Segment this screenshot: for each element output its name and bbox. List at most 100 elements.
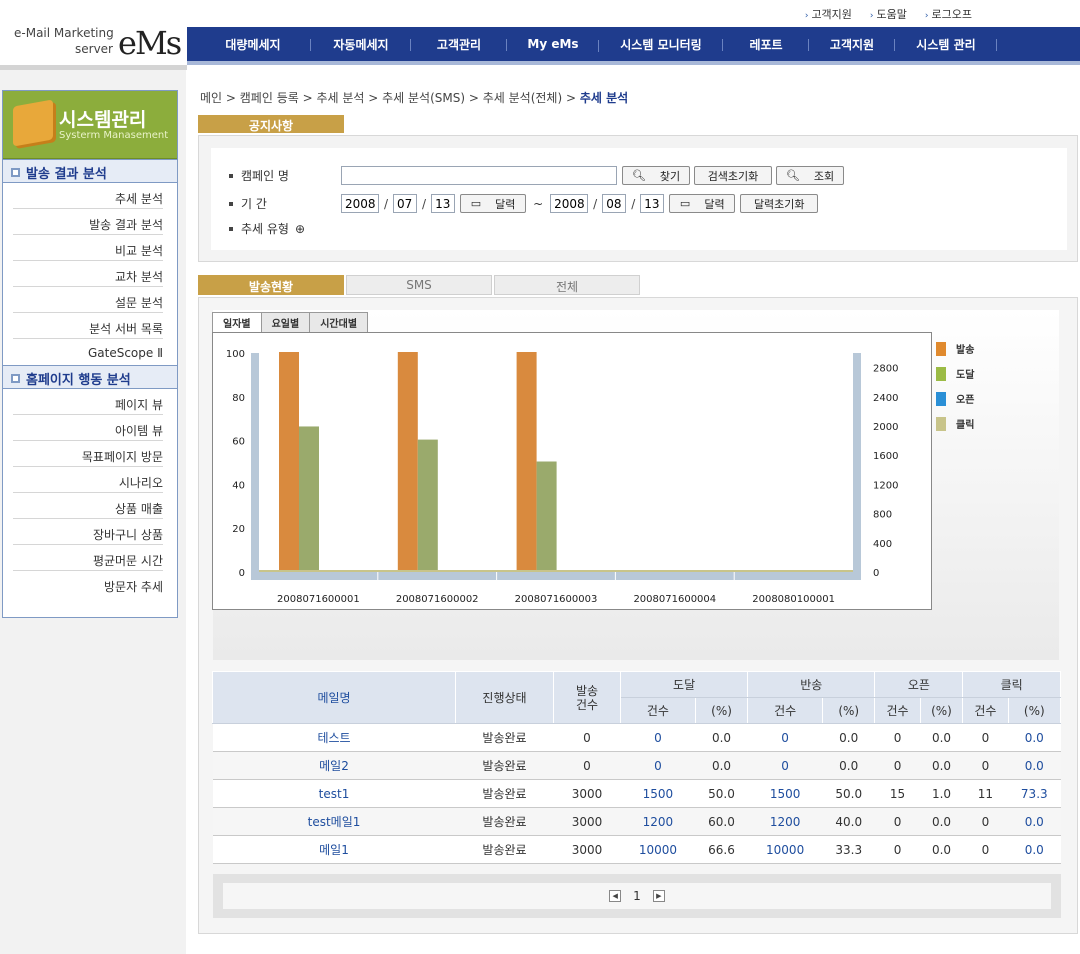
nav-item-customer[interactable]: 고객관리 xyxy=(411,36,507,53)
prev-page-button[interactable]: ◀ xyxy=(609,890,622,902)
subcol-count: 건수 xyxy=(874,697,921,724)
sidebar-item-compare[interactable]: 비교 분석 xyxy=(13,235,163,261)
sidebar-item-server-list[interactable]: 분석 서버 목록 xyxy=(13,313,163,339)
sidebar-section-send-analysis[interactable]: 발송 결과 분석 xyxy=(3,159,177,183)
mail-name-link[interactable]: 테스트 xyxy=(212,723,456,752)
search-icon: 🔍︎ xyxy=(631,169,646,182)
sidebar-header: 시스템관리 Systerm Manasement xyxy=(3,91,177,159)
nav-item-report[interactable]: 레포트 xyxy=(723,36,809,53)
table-row[interactable]: test메일1 발송완료 3000 1200 60.0 1200 40.0 0 0.0 0 0.0 xyxy=(212,807,1061,836)
notice-tab[interactable]: 공지사항 xyxy=(198,115,344,133)
to-day-input[interactable] xyxy=(640,194,665,213)
from-calendar-button[interactable]: ▭ 달력 xyxy=(460,194,527,213)
col-mail-name[interactable]: 메일명 xyxy=(212,671,456,724)
search-reset-button[interactable]: 검색초기화 xyxy=(694,166,772,185)
table-cell: 0.0 xyxy=(1008,835,1061,864)
breadcrumb-path[interactable]: 메인 > 캠페인 등록 > 추세 분석 > 추세 분석(SMS) > 추세 분석… xyxy=(200,91,580,105)
expand-plus-icon[interactable]: ⊕ xyxy=(295,222,305,236)
table-row[interactable]: test1 발송완료 3000 1500 50.0 1500 50.0 15 1.0 11 73.3 xyxy=(212,779,1061,808)
x-tick-label: 2008071600001 xyxy=(277,594,360,605)
toplink-help[interactable]: › 도움말 xyxy=(870,6,907,22)
to-year-input[interactable] xyxy=(550,194,589,213)
sidebar-item-cross[interactable]: 교차 분석 xyxy=(13,261,163,287)
sidebar-item-cart[interactable]: 장바구니 상품 xyxy=(13,519,163,545)
mail-name-link[interactable]: test메일1 xyxy=(212,807,456,836)
mail-name-link[interactable]: 메일2 xyxy=(212,751,456,780)
table-row[interactable]: 메일1 발송완료 3000 10000 66.6 10000 33.3 0 0.0 0 0.0 xyxy=(212,835,1061,864)
tab-send-status[interactable]: 발송현황 xyxy=(198,275,344,295)
chart-svg: 0 20 40 60 80 100 0 400 800 1200 1600 2000 2400 2800 2… xyxy=(226,349,899,605)
sidebar-section-web-analysis[interactable]: 홈페이지 행동 분석 xyxy=(3,365,177,389)
bullet-icon xyxy=(229,201,233,206)
tab-all[interactable]: 전체 xyxy=(494,275,640,295)
chart-tab-weekday[interactable]: 요일별 xyxy=(260,312,311,332)
sidebar-item-gatescope[interactable]: GateScope Ⅱ xyxy=(13,339,163,365)
nav-item-monitoring[interactable]: 시스템 모니터링 xyxy=(599,36,723,53)
sidebar-item-page-view[interactable]: 페이지 뷰 xyxy=(13,389,163,415)
logo-brand: eMs xyxy=(118,24,182,62)
campaign-name-input[interactable] xyxy=(341,166,617,185)
next-page-button[interactable]: ▶ xyxy=(652,890,665,902)
logo[interactable]: e-Mail Marketing server eMs xyxy=(0,18,187,70)
x-tick-label: 2008080100001 xyxy=(752,594,835,605)
table-cell: 0 xyxy=(620,723,696,752)
mail-name-link[interactable]: 메일1 xyxy=(212,835,456,864)
nav-item-support[interactable]: 고객지원 xyxy=(809,36,895,53)
table-cell: 0.0 xyxy=(1008,723,1061,752)
subcol-pct: (%) xyxy=(694,697,749,724)
sidebar-item-scenario[interactable]: 시나리오 xyxy=(13,467,163,493)
table-cell: 발송완료 xyxy=(455,807,554,836)
toplink-logoff[interactable]: › 로그오프 xyxy=(925,6,972,22)
find-button[interactable]: 🔍︎ 찾기 xyxy=(622,166,690,185)
to-calendar-button[interactable]: ▭ 달력 xyxy=(669,194,736,213)
table-cell: 0.0 xyxy=(920,807,963,836)
to-month-input[interactable] xyxy=(602,194,627,213)
bar-reach xyxy=(536,461,557,572)
y-tick-label: 40 xyxy=(232,480,245,491)
table-row[interactable]: 테스트 발송완료 0 0 0.0 0 0.0 0 0.0 0 0.0 xyxy=(212,723,1061,752)
calendar-icon: ▭ xyxy=(679,197,691,210)
from-month-input[interactable] xyxy=(393,194,418,213)
x-axis-floor xyxy=(251,572,861,580)
subcol-pct: (%) xyxy=(919,697,964,724)
chart-tab-daily[interactable]: 일자별 xyxy=(212,312,262,332)
sidebar-item-survey[interactable]: 설문 분석 xyxy=(13,287,163,313)
nav-item-my-ems[interactable]: My eMs xyxy=(507,37,599,52)
subcol-pct: (%) xyxy=(822,697,876,724)
bar-sent xyxy=(279,352,299,572)
sidebar-title: 시스템관리 xyxy=(59,109,147,131)
sidebar-item-item-view[interactable]: 아이템 뷰 xyxy=(13,415,163,441)
table-cell: 3000 xyxy=(553,779,621,808)
bar-reach xyxy=(417,439,438,572)
y-axis-left xyxy=(251,353,259,580)
x-tick-label: 2008071600003 xyxy=(515,594,598,605)
sidebar-item-goal-page[interactable]: 목표페이지 방문 xyxy=(13,441,163,467)
calendar-reset-button[interactable]: 달력초기화 xyxy=(740,194,819,213)
chart-tab-hourly[interactable]: 시간대별 xyxy=(309,312,369,332)
nav-item-bulk-message[interactable]: 대량메세지 xyxy=(195,36,311,53)
table-row[interactable]: 메일2 발송완료 0 0 0.0 0 0.0 0 0.0 0 0.0 xyxy=(212,751,1061,780)
sidebar-item-sales[interactable]: 상품 매출 xyxy=(13,493,163,519)
sidebar-item-visitor-trend[interactable]: 방문자 추세 xyxy=(13,571,163,597)
sidebar: 시스템관리 Systerm Manasement 발송 결과 분석 추세 분석 … xyxy=(2,90,178,618)
sidebar-subtitle: Systerm Manasement xyxy=(59,130,169,141)
sidebar-item-avg-stay[interactable]: 평균머문 시간 xyxy=(13,545,163,571)
top-links: › 고객지원 › 도움말 › 로그오프 xyxy=(805,6,972,22)
y-tick-label: 0 xyxy=(239,568,245,579)
main-tabs: 발송현황 SMS 전체 xyxy=(198,275,640,295)
from-day-input[interactable] xyxy=(431,194,456,213)
legend-swatch xyxy=(936,341,946,356)
query-button[interactable]: 🔍︎ 조회 xyxy=(776,166,844,185)
nav-item-system[interactable]: 시스템 관리 xyxy=(895,36,997,53)
tab-sms[interactable]: SMS xyxy=(346,275,492,295)
page-number[interactable]: 1 xyxy=(633,889,641,903)
sidebar-item-trend[interactable]: 추세 분석 xyxy=(13,183,163,209)
toplink-support[interactable]: › 고객지원 xyxy=(805,6,852,22)
table-cell: 50.0 xyxy=(822,779,875,808)
nav-item-auto-message[interactable]: 자동메세지 xyxy=(311,36,411,53)
table-cell: 0.0 xyxy=(1008,751,1061,780)
table-cell: 33.3 xyxy=(822,835,875,864)
mail-name-link[interactable]: test1 xyxy=(212,779,456,808)
sidebar-item-send-result[interactable]: 발송 결과 분석 xyxy=(13,209,163,235)
from-year-input[interactable] xyxy=(341,194,379,213)
